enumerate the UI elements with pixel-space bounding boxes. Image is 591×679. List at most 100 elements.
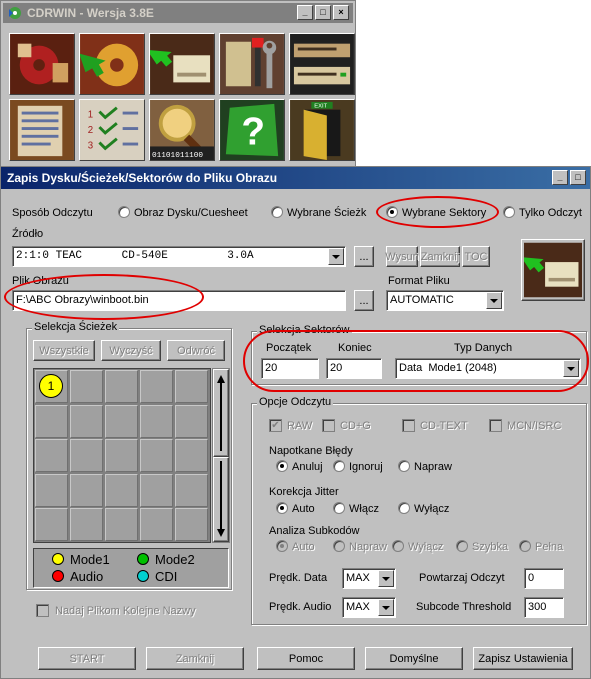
errors-cancel-radio[interactable] [276, 460, 288, 472]
subcode-off-label[interactable]: Wyłącz [408, 541, 443, 553]
raw-checkbox[interactable]: ✔ [269, 419, 282, 432]
clear-tracks-button[interactable]: Wyczyść [101, 340, 161, 361]
track-cell[interactable] [175, 404, 208, 438]
extract-image-start-button[interactable] [521, 239, 585, 301]
cd-text-label[interactable]: CD-TEXT [420, 420, 468, 432]
subcode-full-radio[interactable] [519, 540, 531, 552]
jitter-on-radio[interactable] [333, 502, 345, 514]
subcode-repair-label[interactable]: Napraw [349, 541, 387, 553]
errors-repair-radio[interactable] [398, 460, 410, 472]
table-of-contents-button[interactable] [9, 99, 75, 161]
jitter-auto-label[interactable]: Auto [292, 503, 315, 515]
subcode-full-label[interactable]: Pełna [535, 541, 563, 553]
track-cell[interactable] [175, 439, 208, 473]
close-button[interactable]: × [333, 5, 349, 20]
audio-speed-dropdown[interactable]: MAX [342, 597, 396, 618]
track-cell[interactable] [70, 473, 103, 507]
track-cell[interactable] [140, 473, 173, 507]
extract-disc-button[interactable] [79, 33, 145, 95]
read-mode-readonly-radio[interactable] [503, 206, 515, 218]
track-cell[interactable] [105, 439, 138, 473]
chevron-down-icon[interactable] [486, 292, 502, 309]
repeat-read-input[interactable]: 0 [524, 568, 564, 589]
image-file-input[interactable]: F:\ABC Obrazy\winboot.bin [12, 290, 346, 311]
help-button[interactable]: ? [219, 99, 285, 161]
record-disc-button[interactable] [9, 33, 75, 95]
data-speed-dropdown[interactable]: MAX [342, 568, 396, 589]
dialog-maximize-button[interactable]: □ [570, 170, 586, 185]
exit-button[interactable]: EXIT [289, 99, 355, 161]
chevron-down-icon[interactable] [563, 360, 579, 377]
subcode-auto-label[interactable]: Auto [292, 541, 315, 553]
close-tray-button[interactable]: Zamknij [420, 246, 460, 267]
track-cell[interactable] [105, 473, 138, 507]
search-binary-button[interactable]: 01101011100 [149, 99, 215, 161]
track-cell[interactable] [70, 370, 103, 403]
track-grid[interactable]: 1 [33, 368, 211, 543]
track-cell[interactable] [35, 508, 68, 542]
track-1-marker[interactable]: 1 [39, 374, 63, 398]
subcode-off-radio[interactable] [392, 540, 404, 552]
image-file-browse-button[interactable]: ... [354, 290, 374, 311]
chevron-down-icon[interactable] [378, 570, 394, 587]
cdg-checkbox[interactable] [322, 419, 335, 432]
read-mode-readonly-label[interactable]: Tylko Odczyt [519, 207, 582, 219]
jitter-off-label[interactable]: Wyłącz [414, 503, 449, 515]
track-cell[interactable] [70, 439, 103, 473]
read-mode-tracks-radio[interactable] [271, 206, 283, 218]
file-format-dropdown[interactable]: AUTOMATIC [386, 290, 504, 311]
help-dialog-button[interactable]: Pomoc [257, 647, 355, 670]
read-mode-sectors-radio[interactable] [386, 206, 398, 218]
track-cell[interactable] [140, 439, 173, 473]
toc-button[interactable]: TOC [462, 246, 490, 267]
track-cell[interactable] [105, 404, 138, 438]
subcode-auto-radio[interactable] [276, 540, 288, 552]
subcode-fast-radio[interactable] [456, 540, 468, 552]
extract-image-button[interactable] [149, 33, 215, 95]
read-mode-sectors-label[interactable]: Wybrane Sektory [402, 207, 486, 219]
read-mode-tracks-label[interactable]: Wybrane Ścieżk [287, 207, 366, 219]
source-browse-button[interactable]: ... [354, 246, 374, 267]
scroll-down-button[interactable] [213, 457, 229, 542]
minimize-button[interactable]: _ [297, 5, 313, 20]
chevron-down-icon[interactable] [328, 248, 344, 265]
track-cell[interactable] [175, 508, 208, 542]
sector-end-input[interactable]: 20 [326, 358, 382, 379]
invert-tracks-button[interactable]: Odwróć [167, 340, 225, 361]
track-cell[interactable] [105, 370, 138, 403]
defaults-button[interactable]: Domyślne [365, 647, 463, 670]
raw-label[interactable]: RAW [287, 420, 312, 432]
errors-ignore-label[interactable]: Ignoruj [349, 461, 383, 473]
scroll-up-button[interactable] [213, 369, 229, 457]
subcode-repair-radio[interactable] [333, 540, 345, 552]
track-cell[interactable] [70, 508, 103, 542]
track-cell[interactable] [140, 508, 173, 542]
subcode-fast-label[interactable]: Szybka [472, 541, 508, 553]
track-cell[interactable] [175, 473, 208, 507]
select-all-tracks-button[interactable]: Wszystkie [33, 340, 95, 361]
sequential-names-checkbox[interactable] [36, 604, 49, 617]
mcn-isrc-label[interactable]: MCN/ISRC [507, 420, 561, 432]
track-cell[interactable] [105, 508, 138, 542]
toolbar-title-bar[interactable]: CDRWIN - Wersja 3.8E _ □ × [3, 3, 353, 23]
errors-repair-label[interactable]: Napraw [414, 461, 452, 473]
mcn-isrc-checkbox[interactable] [489, 419, 502, 432]
sector-start-input[interactable]: 20 [261, 358, 319, 379]
cd-drive-button[interactable] [289, 33, 355, 95]
eject-button[interactable]: Wysuń [385, 246, 419, 267]
track-cell[interactable] [140, 404, 173, 438]
track-cell[interactable] [35, 473, 68, 507]
subcode-threshold-input[interactable]: 300 [524, 597, 564, 618]
jitter-off-radio[interactable] [398, 502, 410, 514]
settings-tools-button[interactable] [219, 33, 285, 95]
track-cell[interactable] [70, 404, 103, 438]
maximize-button[interactable]: □ [315, 5, 331, 20]
track-cell[interactable] [175, 370, 208, 403]
read-mode-disc-radio[interactable] [118, 206, 130, 218]
track-cell[interactable] [35, 439, 68, 473]
dialog-minimize-button[interactable]: _ [552, 170, 568, 185]
cdg-label[interactable]: CD+G [340, 420, 371, 432]
track-scrollbar[interactable] [212, 368, 230, 543]
sequential-names-label[interactable]: Nadaj Plikom Kolejne Nazwy [55, 605, 196, 617]
data-type-dropdown[interactable]: Data Mode1 (2048) [395, 358, 581, 379]
